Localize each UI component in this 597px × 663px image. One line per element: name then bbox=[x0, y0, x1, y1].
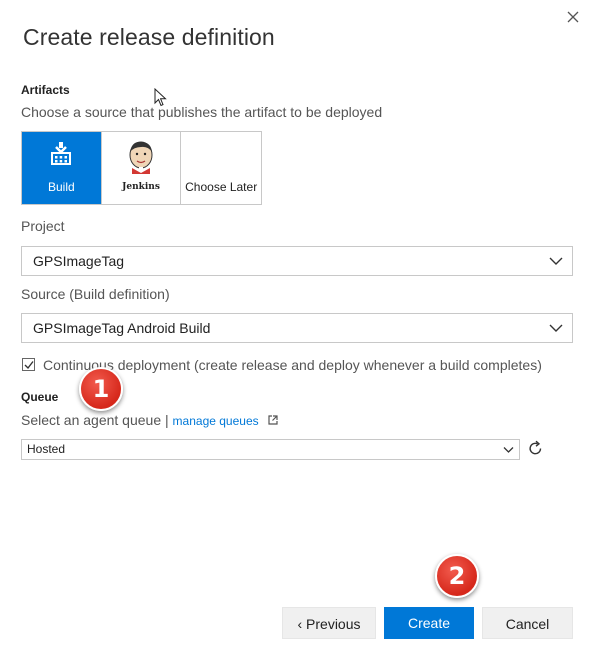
checkmark-icon bbox=[24, 361, 34, 370]
mouse-cursor-icon bbox=[154, 88, 167, 107]
continuous-deployment-checkbox[interactable] bbox=[22, 358, 35, 371]
queue-heading: Queue bbox=[21, 390, 59, 404]
refresh-icon[interactable] bbox=[527, 440, 544, 457]
artifact-tile-build[interactable]: Build bbox=[22, 132, 102, 204]
project-label: Project bbox=[21, 218, 65, 234]
artifact-tile-jenkins-label: Jenkins bbox=[122, 182, 160, 192]
artifact-source-tiles: Build Jenkins Choose Later bbox=[21, 131, 262, 205]
queue-help-text: Select an agent queue | manage queues bbox=[21, 412, 278, 428]
cancel-button[interactable]: Cancel bbox=[482, 607, 573, 639]
project-select-value: GPSImageTag bbox=[33, 253, 125, 269]
source-select[interactable]: GPSImageTag Android Build bbox=[21, 313, 573, 343]
previous-button[interactable]: ‹ Previous bbox=[282, 607, 376, 639]
source-label: Source (Build definition) bbox=[21, 286, 170, 302]
manage-queues-link[interactable]: manage queues bbox=[173, 414, 259, 428]
dialog-title: Create release definition bbox=[23, 24, 275, 50]
external-link-icon[interactable] bbox=[267, 415, 278, 425]
annotation-badge-1: 1 bbox=[79, 367, 123, 411]
jenkins-logo bbox=[129, 141, 153, 174]
close-icon bbox=[567, 11, 579, 23]
chevron-down-icon bbox=[503, 447, 514, 453]
source-select-value: GPSImageTag Android Build bbox=[33, 320, 211, 336]
chevron-down-icon bbox=[549, 324, 563, 332]
create-button[interactable]: Create bbox=[384, 607, 474, 639]
artifact-tile-build-label: Build bbox=[47, 180, 75, 194]
annotation-badge-2: 2 bbox=[435, 554, 479, 598]
queue-select[interactable]: Hosted bbox=[21, 439, 520, 460]
artifact-tile-jenkins[interactable]: Jenkins bbox=[101, 132, 182, 204]
close-button[interactable] bbox=[562, 6, 584, 28]
queue-help-label: Select an agent queue | bbox=[21, 412, 169, 428]
artifact-tile-choose-later-label: Choose Later bbox=[185, 180, 258, 194]
artifacts-help-text: Choose a source that publishes the artif… bbox=[21, 104, 383, 120]
artifact-tile-choose-later[interactable]: Choose Later bbox=[181, 132, 261, 204]
artifacts-heading: Artifacts bbox=[21, 83, 70, 97]
project-select[interactable]: GPSImageTag bbox=[21, 246, 573, 276]
continuous-deployment-label[interactable]: Continuous deployment (create release an… bbox=[43, 357, 542, 373]
queue-select-value: Hosted bbox=[27, 442, 66, 456]
chevron-down-icon bbox=[549, 257, 563, 265]
build-icon bbox=[51, 142, 72, 165]
